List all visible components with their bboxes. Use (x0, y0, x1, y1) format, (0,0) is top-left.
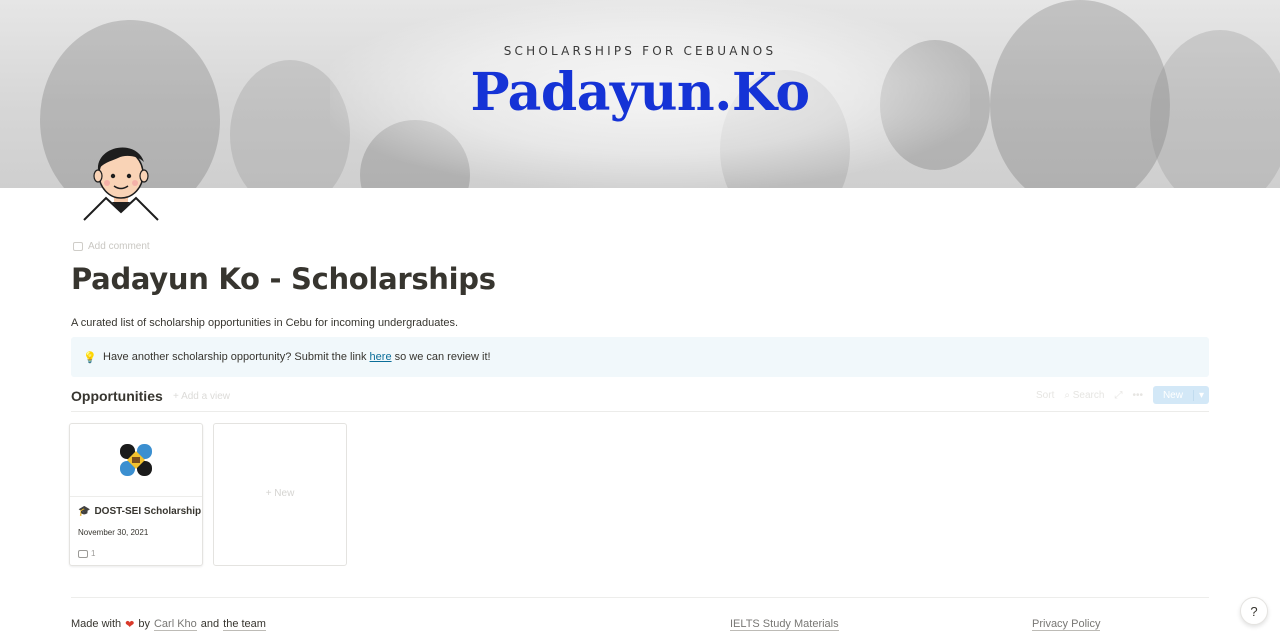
card-cover (70, 424, 202, 497)
page-description: A curated list of scholarship opportunit… (71, 317, 459, 329)
sort-button[interactable]: Sort (1036, 390, 1054, 401)
database-title[interactable]: Opportunities (71, 388, 163, 404)
graduate-icon: 🎓 (78, 506, 91, 517)
author-link[interactable]: Carl Kho (153, 618, 197, 631)
callout-block: 💡 Have another scholarship opportunity? … (71, 337, 1209, 377)
page-title: Padayun Ko - Scholarships (71, 262, 496, 296)
card-title-text: DOST-SEI Scholarship (94, 506, 202, 517)
search-label: Search (1072, 389, 1105, 401)
dost-logo-icon (120, 444, 152, 476)
page-cover: SCHOLARSHIPS FOR CEBUANOS Padayun.Ko (0, 0, 1280, 188)
footer-and: and (200, 618, 220, 630)
callout-text-after: so we can review it! (394, 351, 491, 363)
footer-credits: Made with ❤ by Carl Kho and the team (71, 618, 266, 631)
page-icon-avatar[interactable] (78, 136, 164, 226)
new-card-placeholder[interactable]: + New (213, 423, 347, 566)
expand-icon[interactable]: ⤢ (1114, 390, 1122, 401)
add-view-button[interactable]: + Add a view (173, 391, 230, 402)
cover-subtitle: SCHOLARSHIPS FOR CEBUANOS (503, 44, 777, 58)
card-comment-number: 1 (91, 549, 96, 558)
footer-divider (71, 597, 1209, 598)
help-button[interactable]: ? (1240, 597, 1268, 625)
ielts-link[interactable]: IELTS Study Materials (730, 618, 839, 631)
add-comment-label: Add comment (88, 241, 150, 252)
card-title: 🎓 DOST-SEI Scholarship (78, 506, 201, 517)
comment-icon (78, 549, 88, 558)
cover-logo-title: Padayun.Ko (470, 62, 810, 123)
card-date: November 30, 2021 (78, 528, 149, 537)
add-comment-button[interactable]: Add comment (73, 241, 150, 252)
heart-icon: ❤ (125, 619, 135, 631)
footer-by: by (138, 618, 150, 630)
team-link[interactable]: the team (223, 618, 266, 631)
database-header: Opportunities + Add a view Sort ⌕ Search… (71, 386, 1209, 412)
search-icon: ⌕ (1064, 389, 1070, 401)
search-button[interactable]: ⌕ Search (1064, 390, 1104, 401)
callout-text-before: Have another scholarship opportunity? Su… (103, 351, 367, 363)
new-button[interactable]: New ▾ (1152, 386, 1209, 404)
database-toolbar: Sort ⌕ Search ⤢ ••• New ▾ (1036, 386, 1209, 404)
more-options-button[interactable]: ••• (1132, 390, 1143, 401)
lightbulb-icon: 💡 (83, 351, 97, 364)
privacy-policy-link[interactable]: Privacy Policy (1032, 618, 1101, 631)
gallery-card-dost-sei[interactable]: 🎓 DOST-SEI Scholarship November 30, 2021… (69, 423, 203, 566)
callout-link-here[interactable]: here (370, 351, 392, 363)
card-comment-count: 1 (78, 549, 95, 558)
new-card-label: + New (265, 488, 295, 499)
new-button-label: New (1162, 389, 1183, 401)
comment-icon (73, 242, 83, 251)
chevron-down-icon[interactable]: ▾ (1192, 389, 1209, 401)
footer-made-with: Made with (71, 618, 122, 630)
